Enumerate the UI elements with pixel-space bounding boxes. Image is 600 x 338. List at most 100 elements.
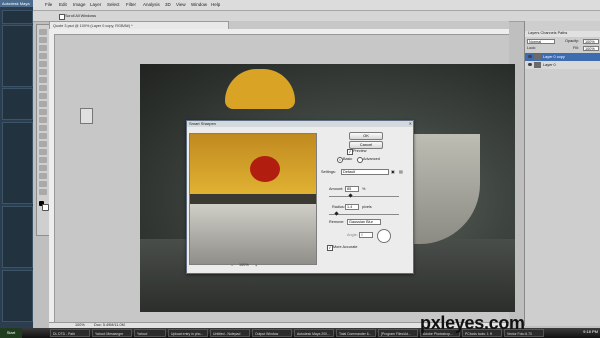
taskbar-item[interactable]: Yahoo! Messenger — [92, 329, 132, 337]
radius-field[interactable]: 1.4 — [345, 204, 359, 210]
gradient-tool-icon[interactable] — [39, 117, 47, 123]
layer-row[interactable]: Layer 0 copy — [525, 53, 600, 61]
maya-shelf[interactable] — [2, 10, 33, 24]
preview-pane[interactable] — [189, 133, 317, 265]
dialog-title: Smart Sharpen — [187, 121, 413, 127]
3d-tool-icon[interactable] — [39, 173, 47, 179]
taskbar-clock: 9:18 PM — [583, 329, 598, 334]
save-settings-icon[interactable]: ▣ — [391, 169, 395, 174]
settings-label: Settings: — [321, 170, 336, 174]
marquee-tool-icon[interactable] — [39, 37, 47, 43]
hand-tool-icon[interactable] — [39, 181, 47, 187]
opacity-label: Opacity: — [565, 39, 579, 43]
settings-select[interactable]: Default — [341, 169, 389, 175]
menu-layer[interactable]: Layer — [90, 2, 101, 7]
brush-tool-icon[interactable] — [39, 85, 47, 91]
taskbar-item[interactable]: Untitled - Notepad — [210, 329, 250, 337]
layer-name: Layer 0 copy — [543, 55, 565, 59]
amount-slider[interactable] — [329, 196, 399, 197]
start-button[interactable]: Start — [0, 328, 22, 338]
layer-row[interactable]: Layer 0 — [525, 61, 600, 69]
radius-unit: pixels — [362, 205, 372, 209]
quick-select-tool-icon[interactable] — [39, 53, 47, 59]
close-icon[interactable]: ✕ — [409, 121, 412, 126]
radius-slider[interactable] — [329, 214, 399, 215]
more-accurate-label: More Accurate — [333, 245, 358, 249]
taskbar-item[interactable]: Upload entry in pho... — [168, 329, 208, 337]
mini-panel[interactable] — [80, 108, 93, 124]
path-select-tool-icon[interactable] — [39, 157, 47, 163]
menu-help[interactable]: Help — [211, 2, 220, 7]
document-tab[interactable]: Quote 3.psd @ 100% (Layer 0 copy, RGB/8#… — [49, 21, 229, 29]
amount-unit: % — [362, 187, 366, 191]
zoom-in-icon[interactable]: + — [255, 264, 257, 268]
fill-field[interactable]: 100% — [583, 46, 599, 51]
maya-script-panel[interactable] — [2, 206, 33, 268]
layers-panel: Layers Channels Paths Normal Opacity: 10… — [524, 21, 600, 326]
blend-mode-select[interactable]: Normal — [527, 39, 555, 44]
crop-tool-icon[interactable] — [39, 61, 47, 67]
menu-window[interactable]: Window — [191, 2, 207, 7]
angle-dial[interactable] — [377, 229, 391, 243]
duck-image — [225, 69, 295, 109]
taskbar-item[interactable]: [Program Files\Ad... — [378, 329, 418, 337]
maya-window: Autodesk Maya — [0, 0, 33, 328]
lasso-tool-icon[interactable] — [39, 45, 47, 51]
status-zoom[interactable]: 100% — [75, 323, 85, 327]
dodge-tool-icon[interactable] — [39, 133, 47, 139]
maya-timeline[interactable] — [2, 270, 33, 322]
menu-edit[interactable]: Edit — [59, 2, 67, 7]
history-brush-tool-icon[interactable] — [39, 101, 47, 107]
tab-paths[interactable]: Paths — [558, 31, 568, 35]
tab-channels[interactable]: Channels — [540, 31, 556, 35]
background-color-icon[interactable] — [42, 204, 49, 211]
menu-bar: File Edit Image Layer Select Filter Anal… — [33, 0, 600, 11]
menu-analysis[interactable]: Analysis — [143, 2, 160, 7]
eraser-tool-icon[interactable] — [39, 109, 47, 115]
shape-tool-icon[interactable] — [39, 165, 47, 171]
healing-tool-icon[interactable] — [39, 77, 47, 83]
eye-icon[interactable] — [528, 63, 532, 66]
stamp-tool-icon[interactable] — [39, 93, 47, 99]
taskbar-item[interactable]: Autodesk Maya 200... — [294, 329, 334, 337]
angle-field[interactable]: 0 — [359, 232, 373, 238]
menu-view[interactable]: View — [176, 2, 186, 7]
delete-settings-icon[interactable]: ▤ — [399, 169, 403, 174]
type-tool-icon[interactable] — [39, 149, 47, 155]
blur-tool-icon[interactable] — [39, 125, 47, 131]
menu-3d[interactable]: 3D — [165, 2, 171, 7]
layers-tabs: Layers Channels Paths — [525, 31, 600, 37]
tab-layers[interactable]: Layers — [528, 31, 539, 35]
taskbar-item[interactable]: Total Commander 6... — [336, 329, 376, 337]
scroll-all-label: Scroll All Windows — [65, 14, 97, 18]
eyedropper-tool-icon[interactable] — [39, 69, 47, 75]
maya-attribute-panel[interactable] — [2, 122, 33, 204]
watermark: pxleyes.com — [420, 313, 525, 333]
remove-select[interactable]: Gaussian Blur — [347, 219, 381, 225]
menu-image[interactable]: Image — [73, 2, 86, 7]
taskbar-item[interactable]: DL DTD - Path — [50, 329, 90, 337]
maya-panel[interactable] — [2, 88, 33, 120]
move-tool-icon[interactable] — [39, 29, 47, 35]
amount-field[interactable]: 85 — [345, 186, 359, 192]
smart-sharpen-dialog: Smart Sharpen ✕ − 100% + OK Cancel ✓ Pre… — [186, 120, 414, 274]
taskbar-item[interactable]: Output Window — [252, 329, 292, 337]
angle-label: Angle: — [347, 233, 358, 237]
menu-select[interactable]: Select — [107, 2, 120, 7]
maya-title: Autodesk Maya — [0, 0, 33, 7]
menu-filter[interactable]: Filter — [126, 2, 136, 7]
zoom-out-icon[interactable]: − — [231, 264, 233, 268]
remove-label: Remove: — [329, 220, 345, 224]
radius-label: Radius: — [332, 205, 345, 209]
taskbar-item[interactable]: Yahoo! — [134, 329, 166, 337]
maya-outliner[interactable] — [2, 25, 33, 87]
status-doc-size: Doc: 5.49M/11.0M — [94, 323, 125, 327]
zoom-tool-icon[interactable] — [39, 189, 47, 195]
cancel-button[interactable]: Cancel — [349, 141, 383, 149]
ok-button[interactable]: OK — [349, 132, 383, 140]
opacity-field[interactable]: 100% — [583, 39, 599, 44]
eye-icon[interactable] — [528, 55, 532, 58]
pen-tool-icon[interactable] — [39, 141, 47, 147]
menu-file[interactable]: File — [45, 2, 52, 7]
advanced-label: Advanced — [363, 157, 380, 161]
